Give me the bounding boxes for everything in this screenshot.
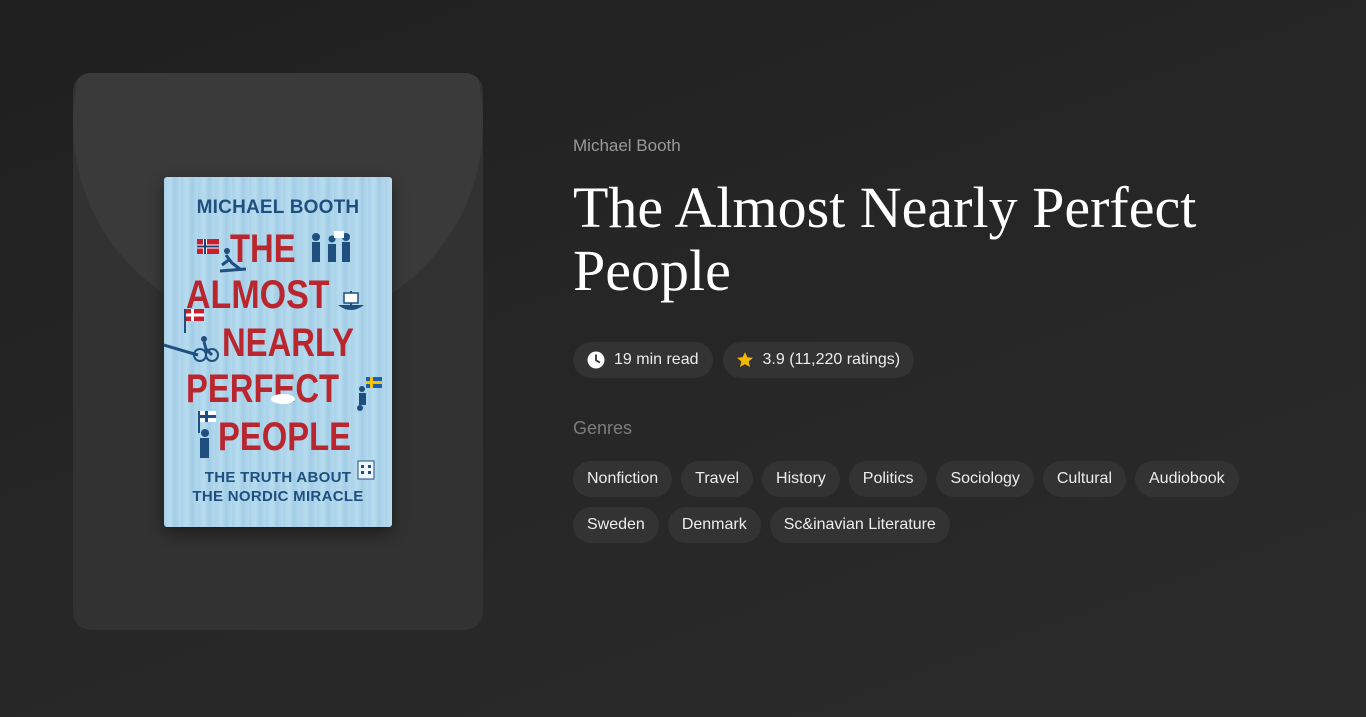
genre-tag[interactable]: Sweden	[573, 507, 659, 543]
genre-tag[interactable]: Politics	[848, 461, 928, 497]
genre-list: Nonfiction Travel History Politics Socio…	[573, 461, 1273, 543]
genre-tag[interactable]: Sociology	[936, 461, 1034, 497]
genres-heading: Genres	[573, 418, 633, 438]
norway-flag-icon	[197, 239, 219, 254]
stats-row: 19 min read 3.9 (11,220 ratings)	[573, 342, 915, 378]
family-icon	[312, 231, 350, 262]
genre-tag[interactable]: Travel	[681, 461, 754, 497]
genre-tag[interactable]: History	[762, 461, 840, 497]
clock-icon	[587, 351, 605, 369]
genre-tag[interactable]: Cultural	[1042, 461, 1126, 497]
cover-title-line: NEARLY	[222, 321, 354, 365]
author-name[interactable]: Michael Booth	[573, 136, 681, 156]
hiker-flag-icon	[198, 411, 216, 458]
cover-panel: MICHAEL BOOTH THE ALMOST NEARLY PERFECT …	[73, 73, 483, 630]
cover-author: MICHAEL BOOTH	[196, 197, 360, 218]
genre-tag[interactable]: Nonfiction	[573, 461, 673, 497]
genre-tag[interactable]: Audiobook	[1135, 461, 1239, 497]
skier-icon	[219, 248, 247, 273]
cyclist-icon	[164, 336, 219, 362]
seal-icon	[271, 394, 295, 404]
cover-subtitle-line: THE NORDIC MIRACLE	[192, 488, 364, 505]
cover-title-line: ALMOST	[186, 273, 330, 317]
read-time-text: 19 min read	[614, 351, 699, 368]
sweden-flag-icon	[357, 377, 382, 411]
book-cover[interactable]: MICHAEL BOOTH THE ALMOST NEARLY PERFECT …	[164, 177, 392, 527]
rating-text: 3.9 (11,220 ratings)	[762, 351, 901, 368]
cover-title-line: PEOPLE	[218, 415, 352, 459]
building-icon	[357, 460, 375, 480]
cover-title-line: PERFECT	[186, 367, 340, 411]
viking-ship-icon	[338, 291, 364, 310]
denmark-flag-icon	[184, 309, 204, 333]
read-time-badge: 19 min read	[573, 342, 713, 378]
star-icon	[736, 352, 753, 368]
rating-badge: 3.9 (11,220 ratings)	[722, 342, 915, 378]
genre-tag[interactable]: Denmark	[667, 507, 761, 543]
book-title: The Almost Nearly Perfect People	[573, 175, 1197, 303]
genre-tag[interactable]: Sc&inavian Literature	[769, 507, 950, 543]
